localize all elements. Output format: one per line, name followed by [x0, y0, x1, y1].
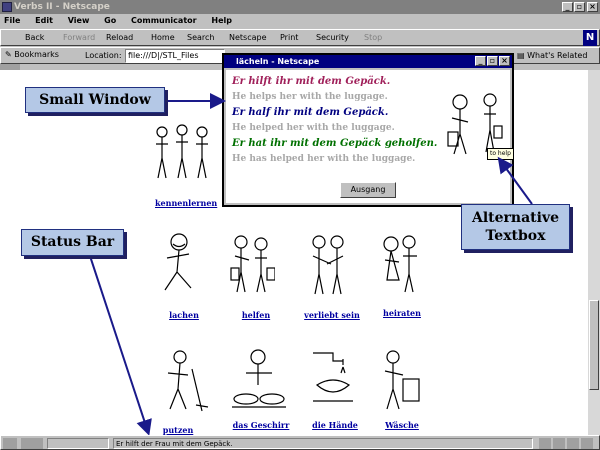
navigator-icon[interactable] [539, 438, 551, 449]
security-lock-icon[interactable] [3, 438, 17, 449]
status-text: Er hilft der Frau mit dem Gepäck. [113, 438, 533, 449]
composer-icon[interactable] [567, 438, 579, 449]
status-bar: Er hilft der Frau mit dem Gepäck. [0, 435, 600, 450]
status-bar-arrow [89, 255, 152, 436]
alternative-textbox-arrow [497, 156, 533, 205]
connection-icon [21, 438, 43, 449]
mail-icon[interactable] [553, 438, 565, 449]
progress-bar [47, 438, 109, 449]
newsgroups-icon[interactable] [581, 438, 593, 449]
callout-alt-line2: Textbox [485, 228, 546, 244]
callout-small-window: Small Window [25, 87, 165, 113]
callout-alt-line1: Alternative [471, 210, 559, 226]
callout-status-bar: Status Bar [21, 229, 124, 256]
callout-alternative-textbox: Alternative Textbox [461, 204, 570, 250]
